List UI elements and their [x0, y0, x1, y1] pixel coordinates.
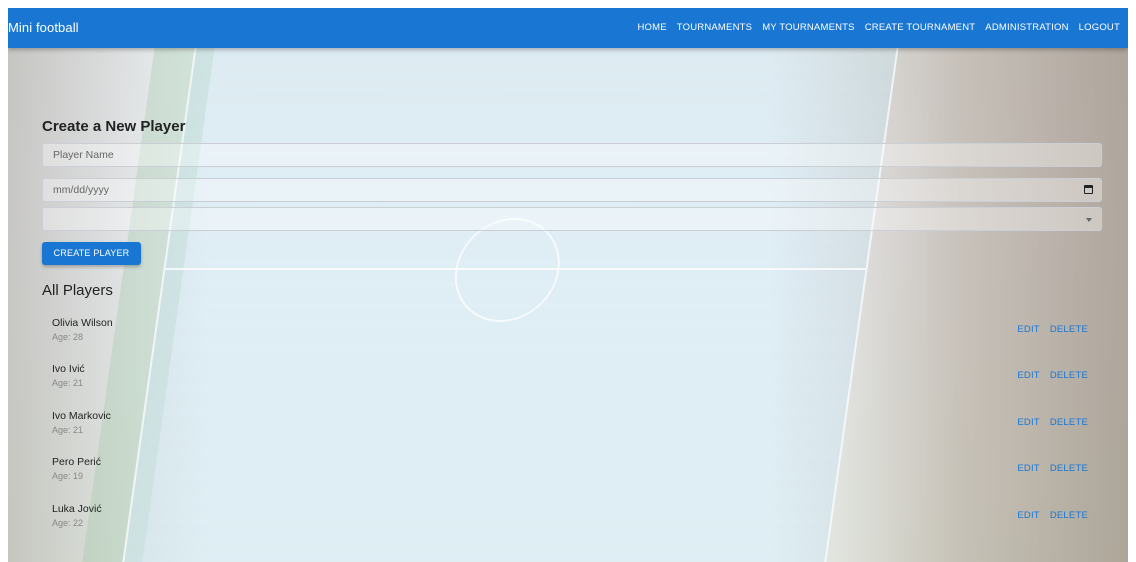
app-title[interactable]: Mini football — [8, 20, 79, 35]
player-row: Pero Perić Age: 19 EDIT DELETE — [42, 456, 1106, 496]
player-actions: EDIT DELETE — [1017, 324, 1088, 335]
birth-date-placeholder: mm/dd/yyyy — [53, 184, 110, 196]
main-nav: HOME TOURNAMENTS MY TOURNAMENTS CREATE T… — [637, 22, 1120, 33]
player-age: Age: 21 — [52, 378, 84, 388]
delete-button[interactable]: DELETE — [1050, 417, 1088, 428]
calendar-icon[interactable] — [1084, 185, 1093, 194]
player-name: Ivo Markovic — [52, 410, 111, 422]
app-frame: Mini football HOME TOURNAMENTS MY TOURNA… — [8, 8, 1128, 562]
create-player-heading: Create a New Player — [42, 118, 186, 135]
app-bar: Mini football HOME TOURNAMENTS MY TOURNA… — [8, 8, 1128, 48]
delete-button[interactable]: DELETE — [1050, 463, 1088, 474]
nav-administration[interactable]: ADMINISTRATION — [985, 22, 1068, 33]
player-name-input[interactable]: Player Name — [42, 143, 1102, 167]
player-actions: EDIT DELETE — [1017, 370, 1088, 381]
player-row: Olivia Wilson Age: 28 EDIT DELETE — [42, 317, 1106, 357]
edit-button[interactable]: EDIT — [1017, 510, 1039, 521]
player-name: Pero Perić — [52, 456, 102, 468]
team-select[interactable] — [42, 207, 1102, 231]
player-age: Age: 19 — [52, 471, 84, 481]
nav-logout[interactable]: LOGOUT — [1079, 22, 1120, 33]
all-players-heading: All Players — [42, 282, 113, 299]
player-name: Luka Jović — [52, 503, 102, 515]
player-row: Luka Jović Age: 22 EDIT DELETE — [42, 503, 1106, 543]
nav-create-tournament[interactable]: CREATE TOURNAMENT — [865, 22, 976, 33]
player-age: Age: 28 — [52, 332, 84, 342]
nav-tournaments[interactable]: TOURNAMENTS — [677, 22, 752, 33]
player-actions: EDIT DELETE — [1017, 463, 1088, 474]
birth-date-input[interactable]: mm/dd/yyyy — [42, 178, 1102, 202]
edit-button[interactable]: EDIT — [1017, 324, 1039, 335]
edit-button[interactable]: EDIT — [1017, 463, 1039, 474]
delete-button[interactable]: DELETE — [1050, 370, 1088, 381]
main-content: Create a New Player Player Name mm/dd/yy… — [42, 118, 1106, 528]
edit-button[interactable]: EDIT — [1017, 417, 1039, 428]
player-age: Age: 22 — [52, 518, 84, 528]
player-row: Ivo Ivić Age: 21 EDIT DELETE — [42, 363, 1106, 403]
player-name: Olivia Wilson — [52, 317, 113, 329]
dropdown-caret-icon[interactable] — [1086, 218, 1092, 222]
player-name: Ivo Ivić — [52, 363, 85, 375]
player-age: Age: 21 — [52, 425, 84, 435]
edit-button[interactable]: EDIT — [1017, 370, 1039, 381]
player-name-placeholder: Player Name — [53, 149, 114, 161]
player-actions: EDIT DELETE — [1017, 417, 1088, 428]
player-row: Ivo Markovic Age: 21 EDIT DELETE — [42, 410, 1106, 450]
nav-my-tournaments[interactable]: MY TOURNAMENTS — [762, 22, 855, 33]
create-player-button[interactable]: CREATE PLAYER — [42, 242, 141, 265]
delete-button[interactable]: DELETE — [1050, 324, 1088, 335]
player-actions: EDIT DELETE — [1017, 510, 1088, 521]
nav-home[interactable]: HOME — [637, 22, 666, 33]
delete-button[interactable]: DELETE — [1050, 510, 1088, 521]
